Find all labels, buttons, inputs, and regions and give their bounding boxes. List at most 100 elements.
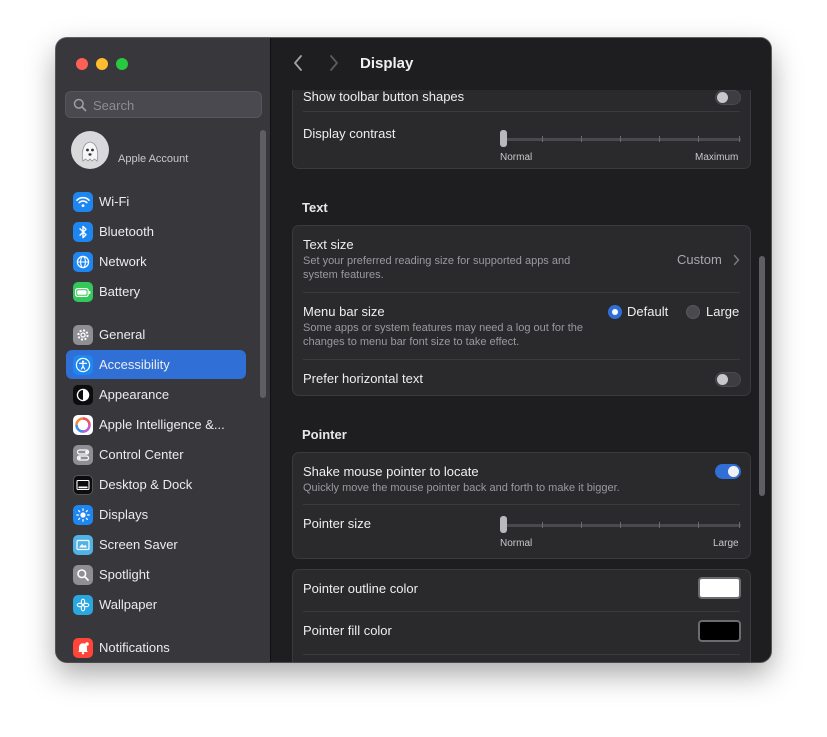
text-size-value: Custom: [677, 252, 722, 267]
main-pane: Show toolbar button shapes Display contr…: [272, 38, 771, 662]
display-options-group: Show toolbar button shapes Display contr…: [292, 78, 751, 169]
sidebar-item-label: Wallpaper: [99, 597, 158, 612]
page-title: Display: [360, 55, 414, 72]
dock-icon: [73, 475, 93, 495]
sidebar-item-spotlight[interactable]: Spotlight: [66, 560, 246, 589]
sidebar-item-battery[interactable]: Battery: [66, 277, 246, 306]
pointer-fill-row: Pointer fill color: [293, 612, 750, 654]
pointer-size-thumb[interactable]: [500, 516, 507, 533]
sidebar-item-label: Apple Intelligence &...: [99, 417, 225, 432]
shake-pointer-description: Quickly move the mouse pointer back and …: [303, 482, 620, 494]
sidebar-item-label: General: [99, 327, 146, 342]
divider: [303, 654, 740, 655]
toolbar-shapes-label: Show toolbar button shapes: [303, 89, 465, 104]
close-button[interactable]: [76, 58, 88, 70]
menu-bar-large-radio[interactable]: [686, 305, 700, 319]
sidebar-item-notifications[interactable]: Notifications: [66, 633, 246, 662]
sun-icon: [73, 505, 93, 525]
apple-account-item[interactable]: Apple Account: [71, 131, 261, 171]
pointer-section-heading: Pointer: [302, 427, 347, 442]
chevron-right-icon: [733, 253, 740, 271]
sidebar-item-desktop-dock[interactable]: Desktop & Dock: [66, 470, 246, 499]
search-field[interactable]: Search: [65, 91, 262, 118]
horizontal-text-label: Prefer horizontal text: [303, 371, 423, 386]
sidebar-item-label: Displays: [99, 507, 149, 522]
sidebar-item-label: Spotlight: [99, 567, 150, 582]
pointer-size-track[interactable]: [503, 524, 741, 527]
sidebar-item-label: Accessibility: [99, 357, 170, 372]
contrast-min-label: Normal: [500, 152, 533, 163]
search-icon: [73, 98, 87, 117]
display-contrast-track[interactable]: [503, 138, 741, 141]
shake-pointer-label: Shake mouse pointer to locate: [303, 464, 479, 479]
sidebar-item-label: Screen Saver: [99, 537, 178, 552]
text-size-row[interactable]: Text size Set your preferred reading siz…: [293, 226, 750, 292]
magnifier-icon: [73, 565, 93, 585]
gear-icon: [73, 325, 93, 345]
apple-intelligence-icon: [73, 415, 93, 435]
sidebar-item-label: Wi-Fi: [99, 194, 130, 209]
contrast-max-label: Maximum: [695, 152, 739, 163]
pointer-outline-row: Pointer outline color: [293, 570, 750, 611]
search-placeholder: Search: [93, 98, 135, 113]
pointer-size-max-label: Large: [713, 538, 739, 549]
text-size-label: Text size: [303, 237, 354, 252]
globe-icon: [73, 252, 93, 272]
menu-bar-default-label: Default: [627, 304, 669, 319]
pointer-size-min-label: Normal: [500, 538, 533, 549]
sidebar-item-label: Control Center: [99, 447, 184, 462]
sidebar-item-label: Desktop & Dock: [99, 477, 193, 492]
display-contrast-label: Display contrast: [303, 126, 396, 141]
battery-icon: [73, 282, 93, 302]
bell-icon: [73, 638, 93, 658]
accessibility-icon: [73, 355, 93, 375]
sidebar-item-bluetooth[interactable]: Bluetooth: [66, 217, 246, 246]
screen-saver-icon: [73, 535, 93, 555]
shake-pointer-row: Shake mouse pointer to locate Quickly mo…: [293, 453, 750, 504]
account-label: Apple Account: [118, 153, 189, 165]
sidebar-item-label: Battery: [99, 284, 141, 299]
sidebar-item-control-center[interactable]: Control Center: [66, 440, 246, 469]
sidebar-scrollbar[interactable]: [260, 130, 266, 398]
sidebar-item-wallpaper[interactable]: Wallpaper: [66, 590, 246, 619]
sidebar-item-label: Notifications: [99, 640, 170, 655]
pointer-color-group: Pointer outline color Pointer fill color: [292, 569, 751, 662]
sidebar-item-apple-intelligence[interactable]: Apple Intelligence &...: [66, 410, 246, 439]
zoom-button[interactable]: [116, 58, 128, 70]
pointer-size-row: Pointer size Normal Large: [293, 505, 750, 558]
wifi-icon: [73, 192, 93, 212]
pointer-outline-color-well[interactable]: [698, 577, 741, 599]
toolbar-shapes-toggle[interactable]: [715, 90, 741, 105]
sidebar-item-appearance[interactable]: Appearance: [66, 380, 246, 409]
display-contrast-row: Display contrast Normal Maximum: [293, 112, 750, 168]
sidebar-item-network[interactable]: Network: [66, 247, 246, 276]
settings-window: Search Apple Account Wi-Fi Bluetooth Net…: [56, 38, 771, 662]
menu-bar-default-radio[interactable]: [608, 305, 622, 319]
horizontal-text-row: Prefer horizontal text: [293, 360, 750, 395]
pointer-fill-color-well[interactable]: [698, 620, 741, 642]
control-center-icon: [73, 445, 93, 465]
sidebar-item-screen-saver[interactable]: Screen Saver: [66, 530, 246, 559]
pointer-fill-label: Pointer fill color: [303, 623, 392, 638]
sidebar-item-accessibility[interactable]: Accessibility: [66, 350, 246, 379]
menu-bar-size-description: Some apps or system features may need a …: [303, 322, 584, 348]
forward-button[interactable]: [328, 53, 340, 78]
sidebar-item-label: Bluetooth: [99, 224, 154, 239]
content-scrollbar[interactable]: [759, 256, 765, 496]
shake-pointer-toggle[interactable]: [715, 464, 741, 479]
minimize-button[interactable]: [96, 58, 108, 70]
sidebar-item-wifi[interactable]: Wi-Fi: [66, 187, 246, 216]
text-section-heading: Text: [302, 200, 328, 215]
back-button[interactable]: [292, 53, 304, 78]
flower-icon: [73, 595, 93, 615]
horizontal-text-toggle[interactable]: [715, 372, 741, 387]
text-options-group: Text size Set your preferred reading siz…: [292, 225, 751, 396]
sidebar-item-general[interactable]: General: [66, 320, 246, 349]
display-contrast-thumb[interactable]: [500, 130, 507, 147]
sidebar-item-displays[interactable]: Displays: [66, 500, 246, 529]
menu-bar-size-label: Menu bar size: [303, 304, 385, 319]
menu-bar-large-label: Large: [706, 304, 740, 319]
sidebar-item-label: Appearance: [99, 387, 170, 402]
menu-bar-size-row: Menu bar size Some apps or system featur…: [293, 293, 750, 359]
sidebar: Search Apple Account Wi-Fi Bluetooth Net…: [56, 38, 271, 662]
